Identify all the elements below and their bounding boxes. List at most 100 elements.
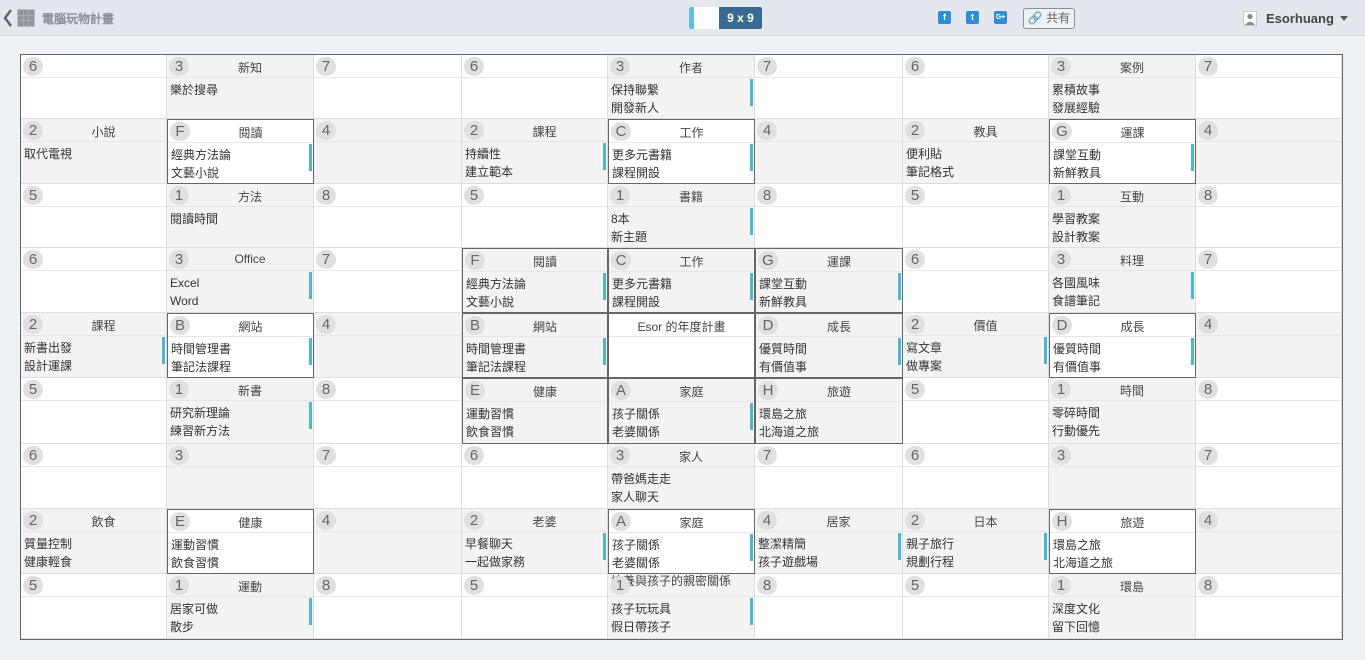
- expand-marker-icon[interactable]: [1191, 272, 1194, 299]
- plan-cell[interactable]: 5: [21, 378, 167, 444]
- expand-marker-icon[interactable]: [750, 273, 753, 300]
- share-button[interactable]: 🔗 共有: [1023, 8, 1075, 29]
- plan-cell[interactable]: 1 時間 零碎時間 行動優先: [1049, 378, 1196, 444]
- expand-marker-icon[interactable]: [603, 338, 606, 365]
- plan-cell[interactable]: 8: [1196, 574, 1342, 639]
- plan-cell[interactable]: 6: [903, 444, 1049, 509]
- plan-cell[interactable]: 6: [903, 248, 1049, 313]
- plan-cell[interactable]: 6: [903, 55, 1049, 119]
- plan-cell[interactable]: 4: [1196, 313, 1342, 378]
- plan-cell[interactable]: 5: [21, 574, 167, 639]
- plan-cell[interactable]: 7: [755, 55, 903, 119]
- plan-cell[interactable]: 6: [462, 55, 608, 119]
- plan-cell[interactable]: 2 小說 取代電視: [21, 119, 167, 184]
- mode-option-3x3[interactable]: [689, 7, 719, 29]
- plan-cell[interactable]: 2 課程 新書出發 設計運課: [21, 313, 167, 378]
- plan-cell[interactable]: 5: [462, 574, 608, 639]
- plan-cell[interactable]: 5: [462, 184, 608, 248]
- plan-cell[interactable]: 7: [1196, 444, 1342, 509]
- plan-cell[interactable]: 7: [755, 444, 903, 509]
- plan-cell[interactable]: 7: [314, 444, 462, 509]
- plan-cell[interactable]: H 旅遊 環島之旅 北海道之旅: [755, 378, 903, 444]
- plan-cell[interactable]: G 運課 課堂互動 新鮮教具: [1049, 119, 1196, 184]
- plan-cell[interactable]: A 家庭 孩子關係 老婆關係: [608, 509, 755, 574]
- username[interactable]: Esorhuang: [1266, 11, 1334, 26]
- expand-marker-icon[interactable]: [603, 143, 606, 170]
- plan-cell[interactable]: B 網站 時間管理書 筆記法課程: [462, 313, 608, 378]
- plan-cell[interactable]: 8: [1196, 378, 1342, 444]
- plan-cell[interactable]: Esor 的年度計畫: [608, 313, 755, 378]
- google-plus-icon[interactable]: G+: [994, 11, 1007, 24]
- plan-cell[interactable]: B 網站 時間管理書 筆記法課程: [167, 313, 314, 378]
- plan-cell[interactable]: 5: [903, 184, 1049, 248]
- expand-marker-icon[interactable]: [898, 338, 901, 365]
- plan-cell[interactable]: 7: [1196, 248, 1342, 313]
- plan-cell[interactable]: H 旅遊 環島之旅 北海道之旅: [1049, 509, 1196, 574]
- plan-cell[interactable]: 3 案例 累積故事 發展經驗: [1049, 55, 1196, 119]
- plan-cell[interactable]: E 健康 運動習慣 飲食習慣: [462, 378, 608, 444]
- plan-cell[interactable]: 2 價值 寫文章 做專案: [903, 313, 1049, 378]
- plan-cell[interactable]: 4 居家 整潔精簡 孩子遊戲場: [755, 509, 903, 574]
- plan-cell[interactable]: 6: [462, 444, 608, 509]
- expand-marker-icon[interactable]: [750, 598, 753, 625]
- back-chevron-icon[interactable]: [2, 6, 14, 30]
- plan-cell[interactable]: 8: [755, 574, 903, 639]
- plan-cell[interactable]: 8: [755, 184, 903, 248]
- plan-cell[interactable]: 1 互動 學習教案 設計教案: [1049, 184, 1196, 248]
- plan-cell[interactable]: G 運課 課堂互動 新鮮教具: [755, 248, 903, 313]
- plan-cell[interactable]: 8: [314, 378, 462, 444]
- plan-cell[interactable]: E 健康 運動習慣 飲食習慣: [167, 509, 314, 574]
- expand-marker-icon[interactable]: [750, 534, 753, 561]
- plan-cell[interactable]: 2 教具 便利貼 筆記格式: [903, 119, 1049, 184]
- expand-marker-icon[interactable]: [1044, 337, 1047, 364]
- plan-cell[interactable]: A 家庭 孩子關係 老婆關係: [608, 378, 755, 444]
- plan-cell[interactable]: 4: [1196, 509, 1342, 574]
- plan-cell[interactable]: 培養與孩子的親密關係 1 孩子玩玩具 假日帶孩子: [608, 574, 755, 639]
- plan-cell[interactable]: 3 家人 帶爸媽走走 家人聊天: [608, 444, 755, 509]
- expand-marker-icon[interactable]: [750, 208, 753, 235]
- expand-marker-icon[interactable]: [1044, 533, 1047, 560]
- user-avatar-icon[interactable]: [1242, 10, 1258, 27]
- expand-marker-icon[interactable]: [162, 337, 165, 364]
- plan-cell[interactable]: 6: [21, 55, 167, 119]
- expand-marker-icon[interactable]: [603, 273, 606, 300]
- plan-cell[interactable]: 8: [314, 184, 462, 248]
- plan-cell[interactable]: 2 飲食 質量控制 健康輕食: [21, 509, 167, 574]
- expand-marker-icon[interactable]: [750, 79, 753, 106]
- plan-cell[interactable]: 1 方法 閱讀時間: [167, 184, 314, 248]
- expand-marker-icon[interactable]: [750, 144, 753, 171]
- expand-marker-icon[interactable]: [898, 533, 901, 560]
- plan-cell[interactable]: F 閱讀 經典方法論 文藝小說: [167, 119, 314, 184]
- mode-option-9x9[interactable]: 9 x 9: [719, 7, 762, 29]
- plan-cell[interactable]: 7: [1196, 55, 1342, 119]
- expand-marker-icon[interactable]: [309, 272, 312, 299]
- grid-mode-toggle[interactable]: 9 x 9: [689, 7, 762, 29]
- plan-cell[interactable]: 5: [903, 378, 1049, 444]
- plan-cell[interactable]: 3 料理 各國風味 食譜筆記: [1049, 248, 1196, 313]
- expand-marker-icon[interactable]: [309, 338, 312, 365]
- plan-cell[interactable]: 6: [21, 444, 167, 509]
- plan-cell[interactable]: 1 運動 居家可做 散步: [167, 574, 314, 639]
- expand-marker-icon[interactable]: [750, 403, 753, 430]
- plan-cell[interactable]: D 成長 優質時間 有價值事: [755, 313, 903, 378]
- plan-cell[interactable]: 2 老婆 早餐聊天 一起做家務: [462, 509, 608, 574]
- plan-cell[interactable]: D 成長 優質時間 有價值事: [1049, 313, 1196, 378]
- expand-marker-icon[interactable]: [309, 144, 312, 171]
- plan-cell[interactable]: 8: [314, 574, 462, 639]
- expand-marker-icon[interactable]: [1191, 144, 1194, 171]
- facebook-icon[interactable]: f: [938, 11, 951, 24]
- expand-marker-icon[interactable]: [309, 598, 312, 625]
- plan-cell[interactable]: 4: [314, 119, 462, 184]
- plan-cell[interactable]: 4: [1196, 119, 1342, 184]
- twitter-icon[interactable]: t: [966, 11, 979, 24]
- expand-marker-icon[interactable]: [603, 533, 606, 560]
- plan-cell[interactable]: 4: [314, 313, 462, 378]
- plan-cell[interactable]: 3: [167, 444, 314, 509]
- plan-cell[interactable]: 5: [903, 574, 1049, 639]
- plan-cell[interactable]: 8: [1196, 184, 1342, 248]
- plan-cell[interactable]: 1 書籍 8本 新主題: [608, 184, 755, 248]
- plan-cell[interactable]: 4: [755, 119, 903, 184]
- plan-cell[interactable]: 7: [314, 55, 462, 119]
- plan-cell[interactable]: 1 新書 研究新理論 練習新方法: [167, 378, 314, 444]
- expand-marker-icon[interactable]: [1191, 338, 1194, 365]
